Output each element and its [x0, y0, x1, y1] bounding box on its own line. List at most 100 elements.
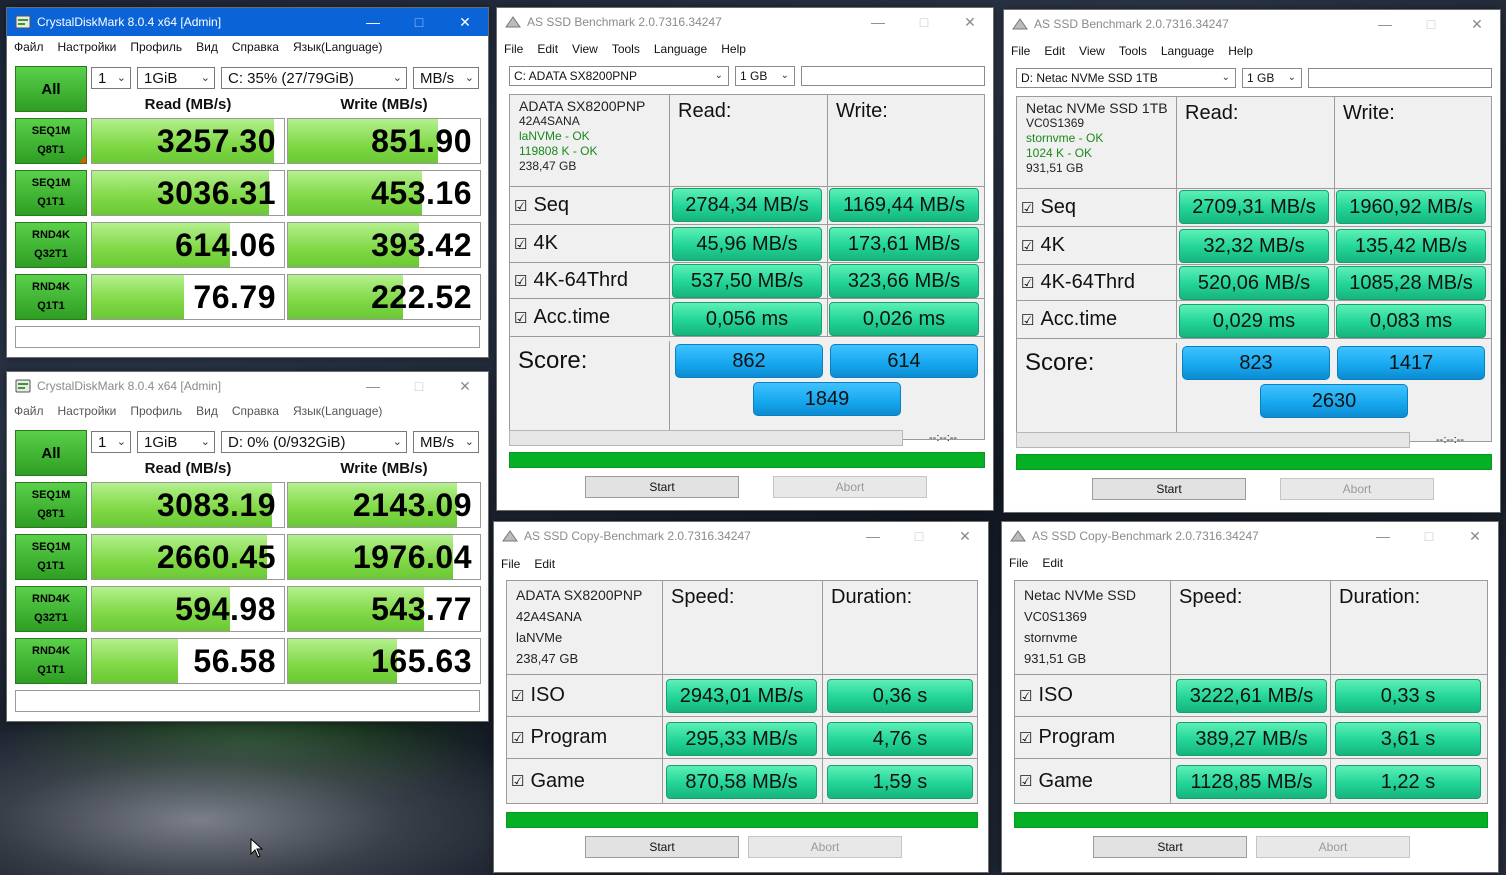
- test-button-seq1m-q8t1[interactable]: SEQ1M Q8T1: [15, 482, 87, 528]
- minimize-icon[interactable]: —: [350, 372, 396, 400]
- checkbox-checked-icon[interactable]: ☑: [514, 309, 527, 327]
- abort-button[interactable]: Abort: [1256, 836, 1410, 858]
- abort-button[interactable]: Abort: [748, 836, 902, 858]
- menu-help[interactable]: Справка: [225, 404, 286, 418]
- test-button-rnd4k-q32t1[interactable]: RND4K Q32T1: [15, 222, 87, 268]
- test-row-acc-time[interactable]: ☑ Acc.time: [1017, 301, 1177, 339]
- close-icon[interactable]: ✕: [442, 372, 488, 400]
- test-row-program[interactable]: ☑ Program: [1015, 717, 1171, 759]
- test-button-seq1m-q1t1[interactable]: SEQ1M Q1T1: [15, 534, 87, 580]
- checkbox-checked-icon[interactable]: ☑: [1021, 237, 1034, 255]
- menu-edit[interactable]: Edit: [527, 557, 562, 571]
- menu-settings[interactable]: Настройки: [51, 404, 124, 418]
- size-select[interactable]: 1GiB ⌄: [137, 67, 215, 89]
- checkbox-checked-icon[interactable]: ☑: [1021, 199, 1034, 217]
- start-button[interactable]: Start: [585, 836, 739, 858]
- count-select[interactable]: 1 ⌄: [91, 67, 131, 89]
- test-button-rnd4k-q1t1[interactable]: RND4K Q1T1: [15, 274, 87, 320]
- test-row-seq[interactable]: ☑ Seq: [510, 187, 670, 225]
- menu-settings[interactable]: Настройки: [51, 40, 124, 54]
- test-row-4k-64thrd[interactable]: ☑ 4K-64Thrd: [1017, 265, 1177, 301]
- menu-help[interactable]: Help: [714, 42, 753, 56]
- menu-profile[interactable]: Профиль: [123, 404, 189, 418]
- menu-tools[interactable]: Tools: [1112, 44, 1154, 58]
- test-row-seq[interactable]: ☑ Seq: [1017, 189, 1177, 227]
- menu-view[interactable]: View: [565, 42, 605, 56]
- menu-file[interactable]: Файл: [7, 40, 51, 54]
- close-icon[interactable]: ✕: [942, 522, 988, 550]
- menu-language[interactable]: Language: [647, 42, 714, 56]
- menu-file[interactable]: File: [1004, 44, 1037, 58]
- checkbox-checked-icon[interactable]: ☑: [1019, 687, 1032, 705]
- menu-file[interactable]: File: [494, 557, 527, 571]
- checkbox-checked-icon[interactable]: ☑: [511, 687, 524, 705]
- test-row-program[interactable]: ☑ Program: [507, 717, 663, 759]
- checkbox-checked-icon[interactable]: ☑: [514, 197, 527, 215]
- minimize-icon[interactable]: —: [855, 8, 901, 36]
- drive-select[interactable]: D: Netac NVMe SSD 1TB ⌄: [1016, 68, 1236, 88]
- menu-tools[interactable]: Tools: [605, 42, 647, 56]
- menu-language[interactable]: Язык(Language): [286, 404, 389, 418]
- test-row-game[interactable]: ☑ Game: [507, 759, 663, 803]
- title-bar[interactable]: CrystalDiskMark 8.0.4 x64 [Admin] — □ ✕: [7, 8, 488, 36]
- title-bar[interactable]: AS SSD Benchmark 2.0.7316.34247 — □ ✕: [497, 8, 993, 36]
- menu-view[interactable]: Вид: [189, 404, 225, 418]
- menu-edit[interactable]: Edit: [1035, 556, 1070, 570]
- all-button[interactable]: All: [15, 430, 87, 476]
- unit-select[interactable]: MB/s ⌄: [413, 431, 479, 453]
- status-field[interactable]: [1308, 68, 1492, 88]
- close-icon[interactable]: ✕: [442, 8, 488, 36]
- checkbox-checked-icon[interactable]: ☑: [1019, 729, 1032, 747]
- title-bar[interactable]: AS SSD Benchmark 2.0.7316.34247 — □ ✕: [1004, 10, 1500, 38]
- menu-file[interactable]: Файл: [7, 404, 51, 418]
- all-button[interactable]: All: [15, 66, 87, 112]
- abort-button[interactable]: Abort: [1280, 478, 1434, 500]
- menu-edit[interactable]: Edit: [530, 42, 565, 56]
- test-row-4k[interactable]: ☑ 4K: [510, 225, 670, 263]
- maximize-icon[interactable]: □: [896, 522, 942, 550]
- test-row-iso[interactable]: ☑ ISO: [507, 675, 663, 717]
- maximize-icon[interactable]: □: [396, 8, 442, 36]
- test-row-iso[interactable]: ☑ ISO: [1015, 675, 1171, 717]
- test-button-seq1m-q1t1[interactable]: SEQ1M Q1T1: [15, 170, 87, 216]
- checkbox-checked-icon[interactable]: ☑: [514, 272, 527, 290]
- checkbox-checked-icon[interactable]: ☑: [511, 729, 524, 747]
- size-select[interactable]: 1 GB ⌄: [735, 66, 795, 86]
- unit-select[interactable]: MB/s ⌄: [413, 67, 479, 89]
- start-button[interactable]: Start: [585, 476, 739, 498]
- minimize-icon[interactable]: —: [1362, 10, 1408, 38]
- close-icon[interactable]: ✕: [1452, 522, 1498, 550]
- checkbox-checked-icon[interactable]: ☑: [511, 772, 524, 790]
- checkbox-checked-icon[interactable]: ☑: [1021, 274, 1034, 292]
- size-select[interactable]: 1GiB ⌄: [137, 431, 215, 453]
- menu-view[interactable]: View: [1072, 44, 1112, 58]
- title-bar[interactable]: AS SSD Copy-Benchmark 2.0.7316.34247 — □…: [494, 522, 988, 550]
- maximize-icon[interactable]: □: [1406, 522, 1452, 550]
- menu-profile[interactable]: Профиль: [123, 40, 189, 54]
- test-row-4k-64thrd[interactable]: ☑ 4K-64Thrd: [510, 263, 670, 299]
- start-button[interactable]: Start: [1093, 836, 1247, 858]
- test-row-game[interactable]: ☑ Game: [1015, 759, 1171, 803]
- close-icon[interactable]: ✕: [1454, 10, 1500, 38]
- count-select[interactable]: 1 ⌄: [91, 431, 131, 453]
- comment-field[interactable]: [15, 326, 480, 348]
- test-button-rnd4k-q32t1[interactable]: RND4K Q32T1: [15, 586, 87, 632]
- menu-help[interactable]: Справка: [225, 40, 286, 54]
- checkbox-checked-icon[interactable]: ☑: [1021, 311, 1034, 329]
- menu-file[interactable]: File: [1002, 556, 1035, 570]
- checkbox-checked-icon[interactable]: ☑: [514, 235, 527, 253]
- menu-file[interactable]: File: [497, 42, 530, 56]
- minimize-icon[interactable]: —: [850, 522, 896, 550]
- close-icon[interactable]: ✕: [947, 8, 993, 36]
- maximize-icon[interactable]: □: [1408, 10, 1454, 38]
- minimize-icon[interactable]: —: [1360, 522, 1406, 550]
- abort-button[interactable]: Abort: [773, 476, 927, 498]
- start-button[interactable]: Start: [1092, 478, 1246, 500]
- status-field[interactable]: [801, 66, 985, 86]
- menu-help[interactable]: Help: [1221, 44, 1260, 58]
- menu-language[interactable]: Язык(Language): [286, 40, 389, 54]
- test-row-acc-time[interactable]: ☑ Acc.time: [510, 299, 670, 337]
- checkbox-checked-icon[interactable]: ☑: [1019, 772, 1032, 790]
- drive-select[interactable]: C: 35% (27/79GiB) ⌄: [221, 67, 407, 89]
- drive-select[interactable]: D: 0% (0/932GiB) ⌄: [221, 431, 407, 453]
